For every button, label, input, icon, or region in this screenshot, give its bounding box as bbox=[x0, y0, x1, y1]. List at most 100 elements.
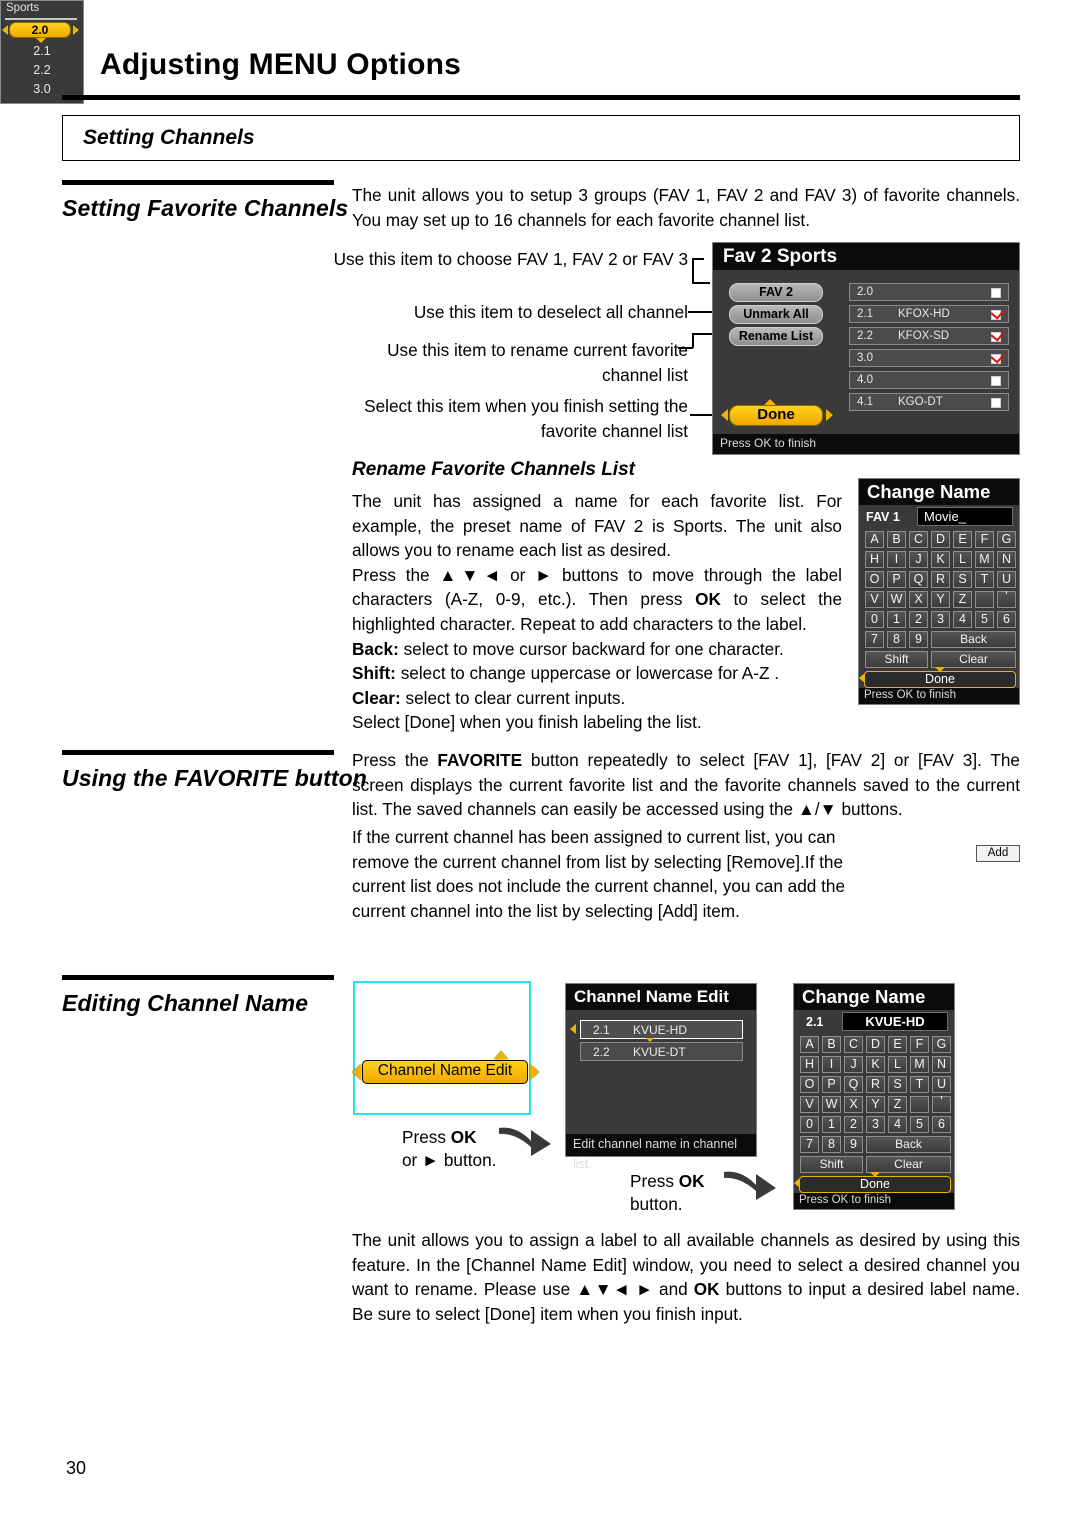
key-4[interactable]: 4 bbox=[953, 611, 972, 628]
key-U[interactable]: U bbox=[932, 1076, 951, 1093]
key-I[interactable]: I bbox=[887, 551, 906, 568]
channel-edit-row[interactable]: 2.2 KVUE-DT bbox=[580, 1042, 743, 1061]
key-N[interactable]: N bbox=[932, 1056, 951, 1073]
key-8[interactable]: 8 bbox=[887, 631, 906, 648]
key-E[interactable]: E bbox=[953, 531, 972, 548]
back-key[interactable]: Back bbox=[931, 631, 1016, 648]
channel-checkbox[interactable] bbox=[991, 310, 1001, 320]
done-key[interactable]: Done bbox=[864, 671, 1016, 688]
key-R[interactable]: R bbox=[866, 1076, 885, 1093]
key-space[interactable] bbox=[975, 591, 994, 608]
key-R[interactable]: R bbox=[931, 571, 950, 588]
unmark-all-button[interactable]: Unmark All bbox=[729, 305, 823, 324]
key-B[interactable]: B bbox=[887, 531, 906, 548]
key-space[interactable] bbox=[910, 1096, 929, 1113]
channel-checkbox[interactable] bbox=[991, 288, 1001, 298]
key-I[interactable]: I bbox=[822, 1056, 841, 1073]
key-0[interactable]: 0 bbox=[865, 611, 884, 628]
key-G[interactable]: G bbox=[997, 531, 1016, 548]
name-input[interactable]: KVUE-HD bbox=[842, 1012, 948, 1031]
key-L[interactable]: L bbox=[888, 1056, 907, 1073]
key-2[interactable]: 2 bbox=[909, 611, 928, 628]
key-6[interactable]: 6 bbox=[997, 611, 1016, 628]
fav-select-button[interactable]: FAV 2 bbox=[729, 283, 823, 302]
key-O[interactable]: O bbox=[800, 1076, 819, 1093]
done-button[interactable]: Done bbox=[729, 405, 823, 426]
key-C[interactable]: C bbox=[844, 1036, 863, 1053]
key-F[interactable]: F bbox=[910, 1036, 929, 1053]
key-7[interactable]: 7 bbox=[800, 1136, 819, 1153]
shift-key[interactable]: Shift bbox=[800, 1156, 863, 1173]
key-5[interactable]: 5 bbox=[975, 611, 994, 628]
key-3[interactable]: 3 bbox=[866, 1116, 885, 1133]
channel-row[interactable]: 3.0 bbox=[849, 349, 1009, 367]
key-apostrophe[interactable]: ' bbox=[932, 1095, 951, 1113]
key-K[interactable]: K bbox=[866, 1056, 885, 1073]
clear-key[interactable]: Clear bbox=[866, 1156, 951, 1173]
clear-key[interactable]: Clear bbox=[931, 651, 1016, 668]
key-7[interactable]: 7 bbox=[865, 631, 884, 648]
sports-channel-item[interactable]: 3.0 bbox=[0, 82, 84, 96]
key-apostrophe[interactable]: ' bbox=[997, 590, 1016, 608]
key-Y[interactable]: Y bbox=[866, 1096, 885, 1113]
key-X[interactable]: X bbox=[844, 1096, 863, 1113]
key-O[interactable]: O bbox=[865, 571, 884, 588]
channel-checkbox[interactable] bbox=[991, 354, 1001, 364]
key-W[interactable]: W bbox=[822, 1096, 841, 1113]
channel-row[interactable]: 2.1 KFOX-HD bbox=[849, 305, 1009, 323]
key-H[interactable]: H bbox=[865, 551, 884, 568]
key-1[interactable]: 1 bbox=[822, 1116, 841, 1133]
shift-key[interactable]: Shift bbox=[865, 651, 928, 668]
name-input[interactable]: Movie_ bbox=[917, 507, 1013, 526]
key-6[interactable]: 6 bbox=[932, 1116, 951, 1133]
key-H[interactable]: H bbox=[800, 1056, 819, 1073]
key-V[interactable]: V bbox=[800, 1096, 819, 1113]
sports-channel-item[interactable]: 2.2 bbox=[0, 63, 84, 77]
key-B[interactable]: B bbox=[822, 1036, 841, 1053]
key-8[interactable]: 8 bbox=[822, 1136, 841, 1153]
key-L[interactable]: L bbox=[953, 551, 972, 568]
sports-selected-channel[interactable]: 2.0 bbox=[9, 22, 71, 38]
key-D[interactable]: D bbox=[866, 1036, 885, 1053]
key-D[interactable]: D bbox=[931, 531, 950, 548]
add-button[interactable]: Add bbox=[976, 845, 1020, 862]
key-0[interactable]: 0 bbox=[800, 1116, 819, 1133]
key-K[interactable]: K bbox=[931, 551, 950, 568]
key-S[interactable]: S bbox=[953, 571, 972, 588]
key-U[interactable]: U bbox=[997, 571, 1016, 588]
key-S[interactable]: S bbox=[888, 1076, 907, 1093]
key-Q[interactable]: Q bbox=[909, 571, 928, 588]
key-Z[interactable]: Z bbox=[888, 1096, 907, 1113]
channel-row[interactable]: 4.0 bbox=[849, 371, 1009, 389]
key-J[interactable]: J bbox=[844, 1056, 863, 1073]
key-T[interactable]: T bbox=[910, 1076, 929, 1093]
key-F[interactable]: F bbox=[975, 531, 994, 548]
key-A[interactable]: A bbox=[800, 1036, 819, 1053]
rename-list-button[interactable]: Rename List bbox=[729, 327, 823, 346]
back-key[interactable]: Back bbox=[866, 1136, 951, 1153]
key-N[interactable]: N bbox=[997, 551, 1016, 568]
key-P[interactable]: P bbox=[887, 571, 906, 588]
channel-row[interactable]: 2.2 KFOX-SD bbox=[849, 327, 1009, 345]
key-E[interactable]: E bbox=[888, 1036, 907, 1053]
key-X[interactable]: X bbox=[909, 591, 928, 608]
key-Y[interactable]: Y bbox=[931, 591, 950, 608]
channel-checkbox[interactable] bbox=[991, 332, 1001, 342]
key-J[interactable]: J bbox=[909, 551, 928, 568]
key-Q[interactable]: Q bbox=[844, 1076, 863, 1093]
channel-edit-row[interactable]: 2.1 KVUE-HD bbox=[580, 1020, 743, 1039]
key-2[interactable]: 2 bbox=[844, 1116, 863, 1133]
key-C[interactable]: C bbox=[909, 531, 928, 548]
key-M[interactable]: M bbox=[975, 551, 994, 568]
key-3[interactable]: 3 bbox=[931, 611, 950, 628]
key-9[interactable]: 9 bbox=[844, 1136, 863, 1153]
channel-checkbox[interactable] bbox=[991, 376, 1001, 386]
key-T[interactable]: T bbox=[975, 571, 994, 588]
key-P[interactable]: P bbox=[822, 1076, 841, 1093]
key-M[interactable]: M bbox=[910, 1056, 929, 1073]
sports-channel-item[interactable]: 2.1 bbox=[0, 44, 84, 58]
channel-checkbox[interactable] bbox=[991, 398, 1001, 408]
key-4[interactable]: 4 bbox=[888, 1116, 907, 1133]
channel-name-edit-highlight[interactable]: Channel Name Edit bbox=[362, 1060, 528, 1084]
key-1[interactable]: 1 bbox=[887, 611, 906, 628]
